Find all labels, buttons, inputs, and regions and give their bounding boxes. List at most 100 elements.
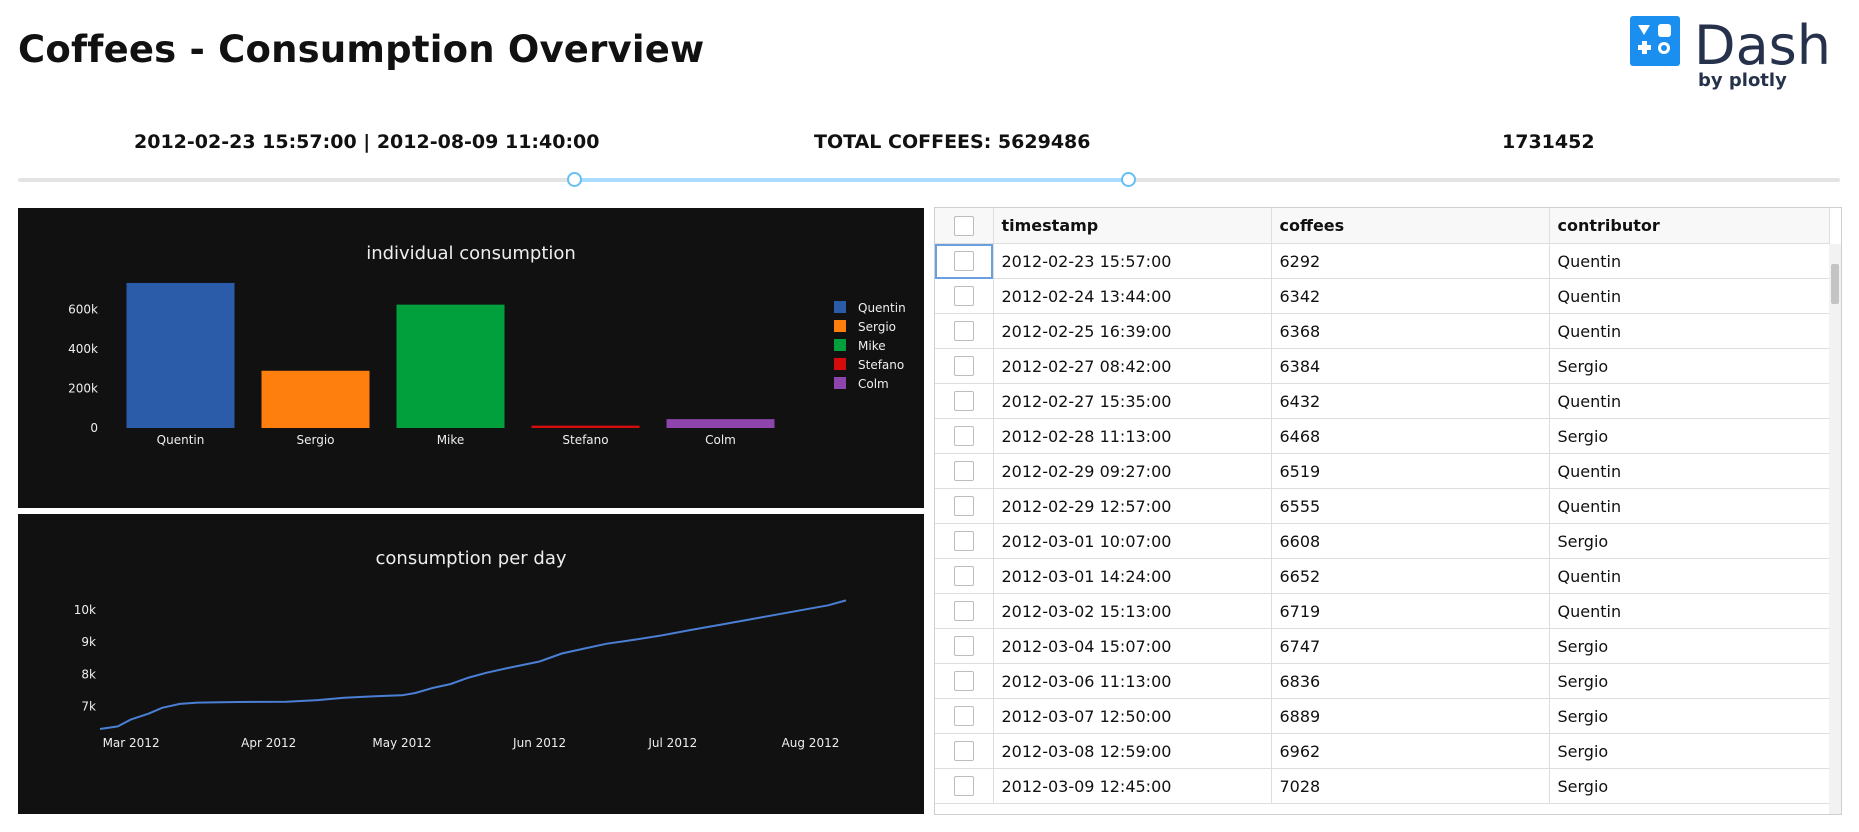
cell-contributor[interactable]: Sergio — [1549, 768, 1830, 804]
row-checkbox[interactable] — [953, 566, 974, 587]
row-select-cell[interactable] — [935, 488, 994, 524]
cell-timestamp[interactable]: 2012-03-01 10:07:00 — [993, 523, 1272, 559]
cell-coffees[interactable]: 6368 — [1271, 313, 1550, 349]
date-range-slider[interactable] — [18, 172, 1840, 187]
column-header-contributor[interactable]: contributor — [1549, 208, 1830, 244]
cell-timestamp[interactable]: 2012-03-06 11:13:00 — [993, 663, 1272, 699]
consumption-line-series[interactable] — [99, 599, 847, 730]
row-checkbox[interactable] — [953, 286, 974, 307]
row-checkbox[interactable] — [953, 741, 974, 762]
cell-contributor[interactable]: Sergio — [1549, 418, 1830, 454]
row-checkbox[interactable] — [953, 531, 974, 552]
cell-coffees[interactable]: 6384 — [1271, 348, 1550, 384]
table-row[interactable]: 2012-03-04 15:07:00 6747 Sergio — [935, 628, 1830, 664]
slider-start-handle[interactable] — [566, 172, 582, 187]
row-checkbox[interactable] — [953, 636, 974, 657]
cell-contributor[interactable]: Quentin — [1549, 278, 1830, 314]
row-checkbox[interactable] — [953, 321, 974, 342]
cell-coffees[interactable]: 6292 — [1271, 243, 1550, 279]
row-select-cell[interactable] — [935, 313, 994, 349]
legend-swatch[interactable] — [834, 320, 846, 332]
row-select-cell[interactable] — [935, 628, 994, 664]
bar-sergio[interactable] — [261, 370, 370, 428]
table-scrollbar-thumb[interactable] — [1831, 264, 1839, 304]
table-row[interactable]: 2012-03-07 12:50:00 6889 Sergio — [935, 698, 1830, 734]
cell-coffees[interactable]: 6555 — [1271, 488, 1550, 524]
row-checkbox[interactable] — [953, 391, 974, 412]
cell-timestamp[interactable]: 2012-02-29 12:57:00 — [993, 488, 1272, 524]
legend-label[interactable]: Sergio — [858, 320, 896, 334]
cell-contributor[interactable]: Sergio — [1549, 733, 1830, 769]
cell-coffees[interactable]: 6747 — [1271, 628, 1550, 664]
row-checkbox[interactable] — [953, 426, 974, 447]
legend-swatch[interactable] — [834, 377, 846, 389]
row-checkbox[interactable] — [953, 601, 974, 622]
row-checkbox[interactable] — [953, 776, 974, 797]
row-checkbox[interactable] — [953, 356, 974, 377]
row-select-cell[interactable] — [935, 663, 994, 699]
cell-contributor[interactable]: Sergio — [1549, 348, 1830, 384]
cell-coffees[interactable]: 6889 — [1271, 698, 1550, 734]
cell-coffees[interactable]: 6519 — [1271, 453, 1550, 489]
cell-contributor[interactable]: Sergio — [1549, 698, 1830, 734]
table-row[interactable]: 2012-03-02 15:13:00 6719 Quentin — [935, 593, 1830, 629]
cell-coffees[interactable]: 6836 — [1271, 663, 1550, 699]
column-header-coffees[interactable]: coffees — [1271, 208, 1550, 244]
table-row[interactable]: 2012-02-29 09:27:00 6519 Quentin — [935, 453, 1830, 489]
cell-timestamp[interactable]: 2012-02-27 08:42:00 — [993, 348, 1272, 384]
table-row[interactable]: 2012-03-06 11:13:00 6836 Sergio — [935, 663, 1830, 699]
cell-contributor[interactable]: Quentin — [1549, 243, 1830, 279]
bar-mike[interactable] — [396, 304, 505, 428]
row-select-cell[interactable] — [935, 348, 994, 384]
cell-coffees[interactable]: 6962 — [1271, 733, 1550, 769]
cell-contributor[interactable]: Quentin — [1549, 383, 1830, 419]
cell-contributor[interactable]: Quentin — [1549, 453, 1830, 489]
row-checkbox[interactable] — [953, 671, 974, 692]
legend-label[interactable]: Mike — [858, 339, 886, 353]
cell-timestamp[interactable]: 2012-02-27 15:35:00 — [993, 383, 1272, 419]
table-row[interactable]: 2012-03-08 12:59:00 6962 Sergio — [935, 733, 1830, 769]
bar-quentin[interactable] — [126, 282, 235, 428]
row-select-cell[interactable] — [935, 383, 994, 419]
table-row[interactable]: 2012-02-28 11:13:00 6468 Sergio — [935, 418, 1830, 454]
cell-timestamp[interactable]: 2012-03-09 12:45:00 — [993, 768, 1272, 804]
cell-coffees[interactable]: 6468 — [1271, 418, 1550, 454]
legend-swatch[interactable] — [834, 339, 846, 351]
row-checkbox[interactable] — [953, 496, 974, 517]
row-select-cell[interactable] — [935, 243, 994, 279]
cell-timestamp[interactable]: 2012-03-04 15:07:00 — [993, 628, 1272, 664]
row-select-cell[interactable] — [935, 453, 994, 489]
column-header-timestamp[interactable]: timestamp — [993, 208, 1272, 244]
row-select-cell[interactable] — [935, 418, 994, 454]
row-select-cell[interactable] — [935, 593, 994, 629]
table-row[interactable]: 2012-03-01 14:24:00 6652 Quentin — [935, 558, 1830, 594]
bar-colm[interactable] — [666, 419, 775, 428]
cell-contributor[interactable]: Sergio — [1549, 628, 1830, 664]
table-row[interactable]: 2012-02-23 15:57:00 6292 Quentin — [935, 243, 1830, 279]
row-select-cell[interactable] — [935, 768, 994, 804]
slider-end-handle[interactable] — [1120, 172, 1136, 187]
row-select-cell[interactable] — [935, 523, 994, 559]
cell-timestamp[interactable]: 2012-03-02 15:13:00 — [993, 593, 1272, 629]
cell-coffees[interactable]: 6608 — [1271, 523, 1550, 559]
cell-coffees[interactable]: 6432 — [1271, 383, 1550, 419]
cell-timestamp[interactable]: 2012-03-07 12:50:00 — [993, 698, 1272, 734]
cell-timestamp[interactable]: 2012-03-08 12:59:00 — [993, 733, 1272, 769]
table-row[interactable]: 2012-02-27 15:35:00 6432 Quentin — [935, 383, 1830, 419]
cell-contributor[interactable]: Quentin — [1549, 488, 1830, 524]
table-scrollbar[interactable] — [1829, 244, 1841, 814]
cell-contributor[interactable]: Quentin — [1549, 593, 1830, 629]
select-all-cell[interactable] — [935, 208, 994, 244]
table-row[interactable]: 2012-02-24 13:44:00 6342 Quentin — [935, 278, 1830, 314]
row-checkbox[interactable] — [953, 251, 974, 272]
cell-timestamp[interactable]: 2012-02-29 09:27:00 — [993, 453, 1272, 489]
legend-swatch[interactable] — [834, 358, 846, 370]
slider-selected-range[interactable] — [573, 178, 1128, 182]
row-checkbox[interactable] — [953, 706, 974, 727]
cell-timestamp[interactable]: 2012-02-28 11:13:00 — [993, 418, 1272, 454]
cell-contributor[interactable]: Quentin — [1549, 313, 1830, 349]
legend-label[interactable]: Colm — [858, 377, 889, 391]
table-row[interactable]: 2012-02-27 08:42:00 6384 Sergio — [935, 348, 1830, 384]
cell-contributor[interactable]: Quentin — [1549, 558, 1830, 594]
table-row[interactable]: 2012-02-29 12:57:00 6555 Quentin — [935, 488, 1830, 524]
